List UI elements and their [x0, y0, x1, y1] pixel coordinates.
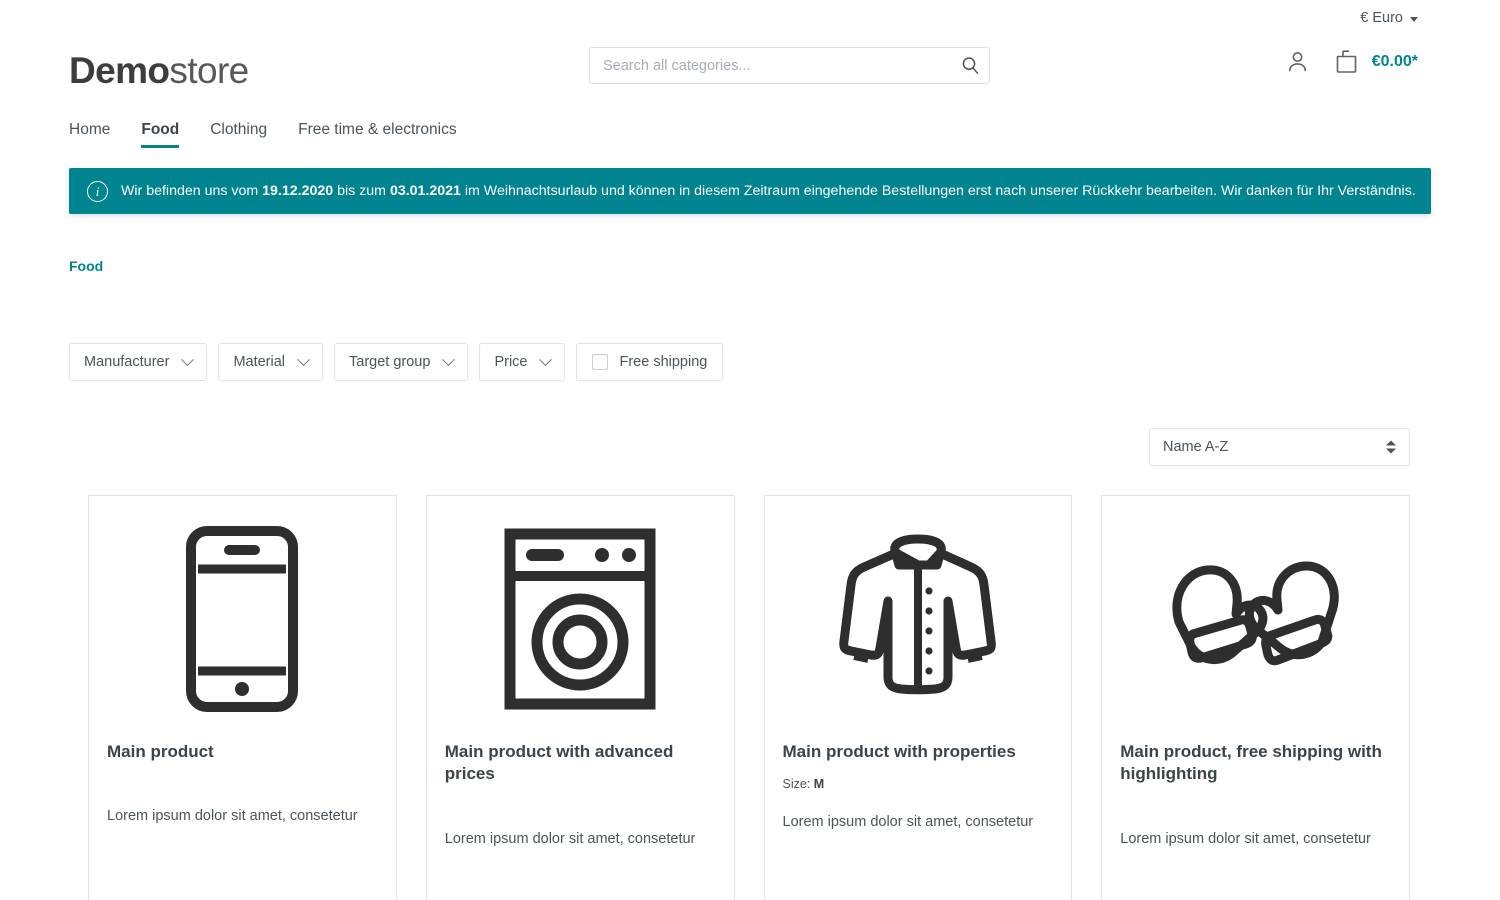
sort-selected-value: Name A-Z	[1163, 439, 1229, 455]
sorting-row: Name A-Z	[0, 428, 1500, 466]
top-utility-bar: € Euro	[0, 0, 1500, 36]
banner-text-part1: Wir befinden uns vom	[121, 183, 263, 199]
filter-material[interactable]: Material	[218, 343, 324, 381]
product-variant-label: Size:	[782, 777, 811, 792]
product-description: Lorem ipsum dolor sit amet, consetetur	[1120, 830, 1371, 847]
filter-price[interactable]: Price	[479, 343, 566, 381]
product-description: Lorem ipsum dolor sit amet, consetetur	[444, 830, 696, 847]
filter-manufacturer[interactable]: Manufacturer	[69, 343, 208, 381]
product-variant: Size: M	[783, 777, 1054, 791]
banner-date-to: 03.01.2021	[389, 183, 461, 199]
product-image	[89, 496, 396, 741]
free-shipping-checkbox[interactable]	[592, 354, 609, 370]
product-image	[765, 496, 1072, 741]
banner-area: i Wir befinden uns vom 19.12.2020 bis zu…	[0, 148, 1500, 214]
banner-text: Wir befinden uns vom 19.12.2020 bis zum …	[121, 183, 1416, 199]
breadcrumb: Food	[0, 214, 1500, 274]
nav-item-home[interactable]: Home	[69, 121, 110, 148]
filter-price-label: Price	[494, 354, 528, 370]
product-description: Lorem ipsum dolor sit amet, consetetur	[107, 808, 358, 825]
currency-switcher[interactable]: € Euro	[1360, 10, 1418, 26]
product-info: Main product with properties Size: M Lor…	[765, 741, 1072, 833]
banner-text-part2: bis zum	[333, 183, 390, 199]
banner-text-part3: im Weihnachtsurlaub und können in diesem…	[460, 183, 1416, 199]
cart-total-amount: €0.00*	[1371, 52, 1418, 70]
smartphone-icon	[186, 525, 299, 712]
chevron-down-icon	[297, 352, 310, 366]
storefront-page: € Euro Demostore Search all categories..…	[0, 0, 1500, 900]
nav-item-food[interactable]: Food	[141, 121, 179, 148]
main-navigation: Home Food Clothing Free time & electroni…	[0, 104, 1500, 148]
filter-target-group-label: Target group	[349, 354, 431, 370]
filter-target-group[interactable]: Target group	[334, 343, 469, 381]
product-title: Main product, free shipping with highlig…	[1120, 742, 1382, 784]
filter-material-label: Material	[233, 354, 286, 370]
product-info: Main product with advanced prices Lorem …	[427, 741, 734, 850]
jacket-icon	[839, 534, 996, 694]
holiday-info-banner: i Wir befinden uns vom 19.12.2020 bis zu…	[69, 168, 1431, 214]
filter-free-shipping[interactable]: Free shipping	[576, 343, 724, 381]
mittens-icon	[1172, 561, 1339, 665]
product-image	[427, 496, 734, 741]
account-button[interactable]	[1285, 49, 1310, 74]
product-variant-value: M	[813, 777, 825, 792]
sort-select[interactable]: Name A-Z	[1149, 428, 1410, 466]
site-header: Demostore Search all categories... €0.00…	[0, 36, 1500, 104]
breadcrumb-item-food[interactable]: Food	[69, 258, 103, 274]
logo-bold-text: Demo	[69, 49, 170, 91]
product-card[interactable]: Main product Lorem ipsum dolor sit amet,…	[88, 495, 397, 900]
product-card[interactable]: Main product, free shipping with highlig…	[1101, 495, 1410, 900]
header-actions: €0.00*	[1285, 48, 1418, 75]
nav-item-free-time-electronics[interactable]: Free time & electronics	[298, 121, 457, 148]
banner-date-from: 19.12.2020	[262, 183, 334, 199]
chevron-down-icon	[539, 352, 553, 366]
shopping-bag-icon	[1336, 50, 1357, 73]
product-card[interactable]: Main product with properties Size: M Lor…	[763, 495, 1073, 900]
free-shipping-label: Free shipping	[619, 354, 708, 370]
chevron-down-icon	[442, 352, 456, 366]
cart-widget[interactable]: €0.00*	[1333, 48, 1418, 75]
product-grid: Main product Lorem ipsum dolor sit amet,…	[0, 495, 1500, 900]
filter-bar: Manufacturer Material Target group Price…	[0, 343, 1500, 381]
chevron-down-icon	[181, 352, 195, 366]
product-description: Lorem ipsum dolor sit amet, consetetur	[782, 814, 1034, 831]
washing-machine-icon	[504, 528, 656, 709]
sort-updown-icon	[1386, 440, 1396, 454]
product-info: Main product Lorem ipsum dolor sit amet,…	[89, 741, 396, 827]
search-input[interactable]	[589, 47, 990, 84]
currency-label: € Euro	[1360, 10, 1403, 26]
logo-light-text: store	[169, 49, 249, 91]
search-icon	[962, 57, 978, 74]
nav-item-clothing[interactable]: Clothing	[210, 121, 267, 148]
product-info: Main product, free shipping with highlig…	[1102, 741, 1409, 850]
user-icon	[1288, 52, 1306, 72]
chevron-down-icon	[1410, 16, 1418, 22]
product-card[interactable]: Main product with advanced prices Lorem …	[425, 495, 735, 900]
product-title: Main product	[107, 742, 214, 761]
search-submit-button[interactable]	[951, 48, 989, 83]
product-title: Main product with advanced prices	[444, 742, 674, 784]
info-circle-icon: i	[87, 180, 108, 202]
site-logo[interactable]: Demostore	[69, 52, 249, 89]
product-image	[1102, 496, 1409, 741]
product-title: Main product with properties	[782, 742, 1016, 761]
search-form	[589, 47, 990, 84]
filter-manufacturer-label: Manufacturer	[84, 354, 170, 370]
